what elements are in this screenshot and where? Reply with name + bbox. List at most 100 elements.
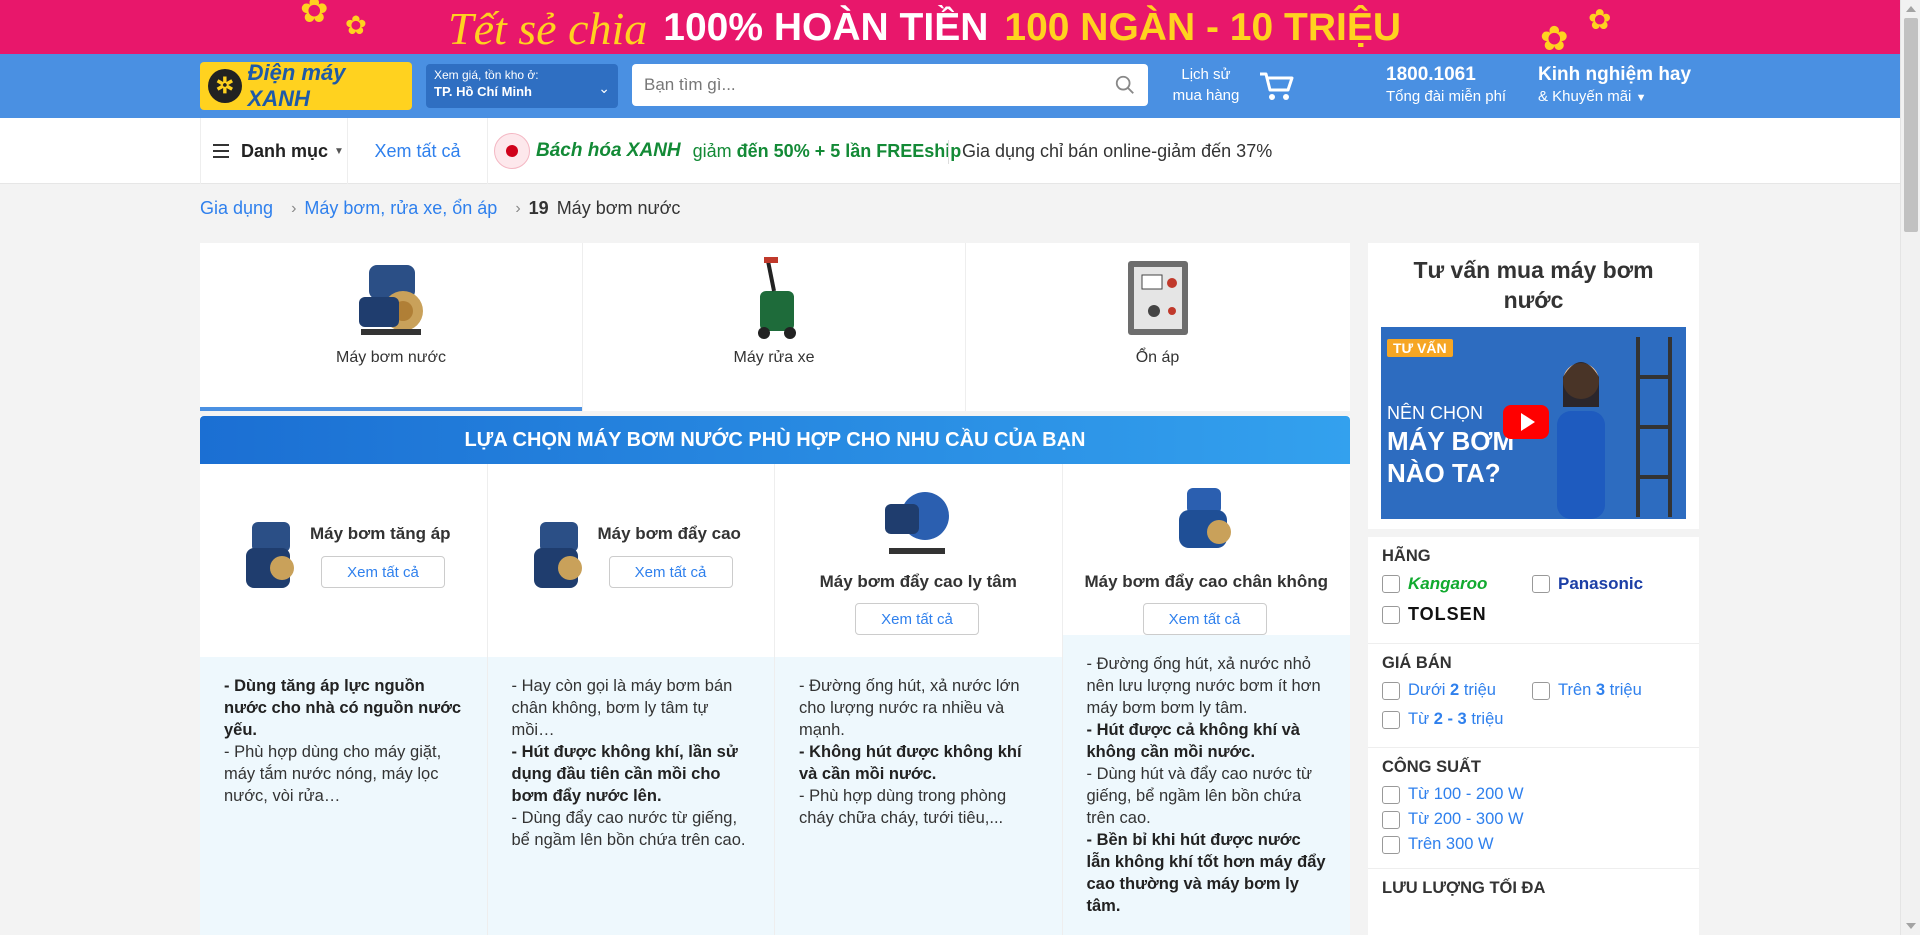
banner-script-text: Tết sẻ chia [448, 2, 648, 54]
bhx-brand-logo: Bách hóa XANH [536, 140, 681, 161]
breadcrumb-current: Máy bơm nước [556, 198, 681, 218]
chevron-right-icon: › [291, 199, 297, 217]
site-logo[interactable]: ✲ Điện máy XANH [200, 60, 412, 111]
checkbox[interactable] [1382, 681, 1400, 700]
cart-icon[interactable] [1258, 70, 1296, 102]
stabilizer-image [1127, 261, 1188, 335]
tab-may-bom-nuoc[interactable]: Máy bơm nước [200, 243, 583, 411]
flower-icon: ✿ [300, 0, 329, 30]
centrifugal-pump-image [885, 492, 949, 554]
price-option-label: Dưới 2 triệu [1408, 681, 1496, 699]
page-scrollbar[interactable] [1900, 0, 1920, 935]
hotline-label: Tổng đài miễn phí [1386, 88, 1507, 105]
filter-power-option[interactable]: Từ 100 - 200 W [1382, 785, 1671, 804]
pump-type-card: Máy bơm đẩy cao ly tâm Xem tất cả - Đườn… [775, 464, 1063, 935]
filter-power-option[interactable]: Từ 200 - 300 W [1382, 810, 1671, 829]
breadcrumb: Gia dụng › Máy bơm, rửa xe, ổn áp › 19 M… [200, 198, 680, 219]
flower-icon: ✿ [345, 10, 367, 40]
desc-line: - Đường ống hút, xả nước nhỏ nên lưu lượ… [1086, 655, 1321, 717]
video-headline: MÁY BƠM NÀO TA? [1387, 426, 1515, 488]
tab-on-ap[interactable]: Ổn áp [966, 243, 1349, 411]
see-all-button[interactable]: Xem tất cả [1142, 603, 1267, 635]
desc-line: - Hút được cả không khí và không cần mồi… [1086, 721, 1300, 761]
tab-label: Máy bơm nước [336, 349, 446, 366]
see-all-button[interactable]: Xem tất cả [321, 556, 445, 588]
active-tab-indicator [200, 407, 582, 411]
menu-label: Danh mục [241, 140, 329, 161]
experience-menu[interactable]: Kinh nghiệm hay & Khuyến mãi ▼ [1538, 64, 1691, 105]
filter-price-over-3m[interactable]: Trên 3 triệu [1532, 681, 1668, 700]
brand-tolsen-logo: TOLSEN [1408, 604, 1487, 624]
price-option-label: Từ 2 - 3 triệu [1408, 710, 1504, 728]
chevron-down-icon: ⌄ [598, 80, 610, 96]
checkbox[interactable] [1382, 575, 1400, 593]
location-selector[interactable]: Xem giá, tồn kho ở: TP. Hồ Chí Minh ⌄ [426, 64, 618, 108]
banner-amount-text: 100 NGÀN - 10 TRIỆU [1004, 6, 1401, 49]
checkbox[interactable] [1382, 785, 1400, 804]
category-nav: Danh mục ▼ Xem tất cả Bách hóa XANH giảm… [0, 118, 1900, 184]
filter-flow-title: LƯU LƯỢNG TỐI ĐA [1382, 879, 1546, 897]
breadcrumb-gia-dung[interactable]: Gia dụng [200, 198, 273, 219]
filter-brand-panasonic[interactable]: Panasonic [1532, 574, 1668, 594]
pump-type-title: Máy bơm đẩy cao chân không [1084, 572, 1329, 591]
brand-panasonic-logo: Panasonic [1558, 574, 1644, 593]
water-pump-image [359, 265, 423, 335]
filter-power-option[interactable]: Trên 300 W [1382, 835, 1671, 854]
bhx-promo-bold: đến 50% + 5 lần FREEship [736, 140, 962, 161]
see-all-link[interactable]: Xem tất cả [348, 118, 488, 184]
bhx-promo-link[interactable]: Bách hóa XANH giảm đến 50% + 5 lần FREEs… [494, 133, 961, 169]
caret-down-icon: ▼ [334, 145, 344, 157]
category-menu-button[interactable]: Danh mục ▼ [200, 118, 348, 184]
desc-line: - Đường ống hút, xả nước lớn cho lượng n… [799, 677, 1020, 739]
checkbox[interactable] [1382, 710, 1400, 729]
checkbox[interactable] [1382, 835, 1400, 854]
desc-line: - Phù hợp dùng cho máy giặt, máy tắm nướ… [224, 743, 442, 805]
filter-price-under-2m[interactable]: Dưới 2 triệu [1382, 681, 1518, 700]
scroll-down-icon[interactable] [1906, 923, 1916, 929]
category-tabs: Máy bơm nước Máy rửa xe Ổn áp [200, 243, 1350, 411]
logo-text: Điện máy XANH [247, 60, 346, 111]
tab-may-rua-xe[interactable]: Máy rửa xe [583, 243, 966, 411]
checkbox[interactable] [1382, 605, 1400, 624]
see-all-button[interactable]: Xem tất cả [855, 603, 979, 635]
caret-down-icon: ▼ [1635, 92, 1647, 104]
checkbox[interactable] [1532, 681, 1550, 700]
search-box [632, 64, 1148, 106]
play-button-icon[interactable] [1503, 405, 1549, 439]
scroll-up-icon[interactable] [1906, 6, 1916, 12]
scrollbar-thumb[interactable] [1904, 18, 1918, 232]
checkbox[interactable] [1532, 575, 1550, 593]
search-icon[interactable] [1114, 74, 1136, 96]
tab-label: Máy rửa xe [733, 349, 815, 366]
filter-brand-kangaroo[interactable]: Kangaroo [1382, 574, 1518, 594]
nav-divider [948, 140, 949, 164]
desc-line: - Hút được không khí, lần sử dụng đầu ti… [511, 743, 738, 805]
filter-power: CÔNG SUẤT Từ 100 - 200 W Từ 200 - 300 W … [1368, 748, 1699, 869]
record-dot-icon [494, 133, 530, 169]
pump-type-description: - Đường ống hút, xả nước nhỏ nên lưu lượ… [1062, 635, 1350, 935]
filter-price-2-3m[interactable]: Từ 2 - 3 triệu [1382, 710, 1518, 729]
experience-sub: & Khuyến mãi [1538, 88, 1632, 105]
desc-line: - Dùng đẩy cao nước từ giếng, bể ngầm lê… [511, 809, 746, 849]
promo-banner[interactable]: ✿ ✿ ✿ ✿ Tết sẻ chia 100% HOÀN TIỀN 100 N… [0, 0, 1900, 54]
giadung-promo-link[interactable]: Gia dụng chỉ bán online-giảm đến 37% [962, 118, 1272, 184]
filter-price-title: GIÁ BÁN [1382, 654, 1452, 672]
hotline-number: 1800.1061 [1386, 64, 1476, 85]
order-history-link[interactable]: Lịch sử mua hàng [1166, 64, 1246, 106]
hotline[interactable]: 1800.1061 Tổng đài miễn phí [1386, 64, 1506, 105]
filter-panel: HÃNG Kangaroo Panasonic TOLSEN GIÁ BÁN D… [1368, 537, 1699, 935]
filter-brand-tolsen[interactable]: TOLSEN [1382, 604, 1518, 625]
breadcrumb-count: 19 [528, 198, 549, 218]
pump-type-title: Máy bơm đẩy cao ly tâm [819, 572, 1017, 591]
hamburger-icon [213, 144, 229, 158]
pump-type-description: - Đường ống hút, xả nước lớn cho lượng n… [775, 657, 1062, 935]
checkbox[interactable] [1382, 810, 1400, 829]
see-all-button[interactable]: Xem tất cả [608, 556, 733, 588]
search-input[interactable] [632, 64, 1092, 106]
pressure-washer-image [758, 257, 796, 339]
desc-line: - Hay còn gọi là máy bơm bán chân không,… [511, 677, 733, 739]
breadcrumb-may-bom[interactable]: Máy bơm, rửa xe, ổn áp [304, 198, 497, 219]
desc-line: - Dùng tăng áp lực nguồn nước cho nhà có… [224, 677, 462, 739]
desc-line: - Phù hợp dùng trong phòng cháy chữa chá… [799, 787, 1007, 827]
advice-video[interactable]: TƯ VẤN NÊN CHỌN MÁY BƠM NÀO TA? [1381, 327, 1686, 519]
